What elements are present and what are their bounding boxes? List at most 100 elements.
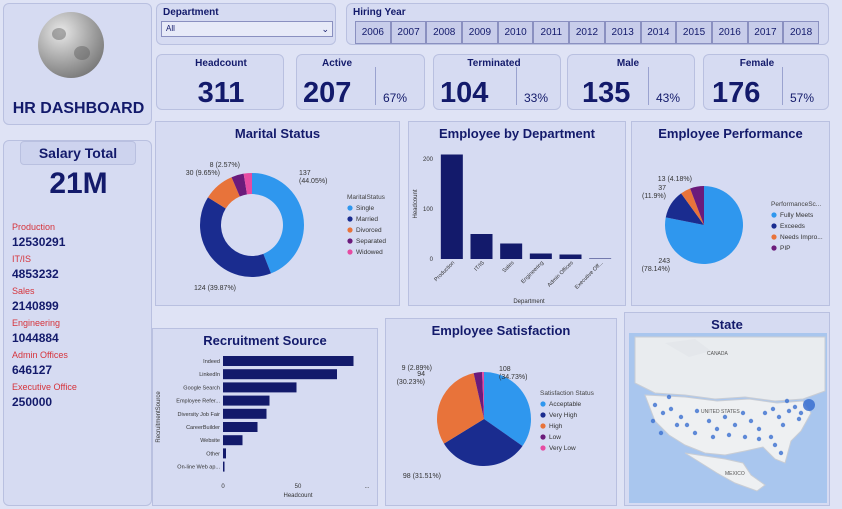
location-dot[interactable] [792,404,798,410]
legend-marker [771,212,777,218]
x-tick-label: ... [364,484,369,490]
data-label: 13 (4.18%) [658,176,692,183]
x-tick-label: 50 [295,484,302,490]
salary-dept-value: 1044884 [12,331,59,345]
bar [223,422,258,432]
year-button[interactable]: 2016 [711,21,748,44]
year-button[interactable]: 2011 [533,21,570,44]
chevron-down-icon: ⌄ [321,24,329,34]
year-button[interactable]: 2006 [355,21,391,44]
logo-card: HR DASHBOARD [3,3,152,125]
divider [782,67,783,105]
year-button[interactable]: 2009 [462,21,498,44]
kpi-female: Female 176 57% [703,54,829,110]
location-dot[interactable] [772,442,778,448]
location-dot[interactable] [694,408,700,414]
kpi-value: 135 [582,77,631,109]
location-dot[interactable] [660,410,666,416]
location-dot[interactable] [726,432,732,438]
year-button[interactable]: 2017 [747,21,784,44]
location-dot[interactable] [786,408,792,414]
location-dot[interactable] [803,399,815,411]
location-dot[interactable] [798,410,804,416]
location-dot[interactable] [762,410,768,416]
location-dot[interactable] [768,434,774,440]
legend-marker [540,423,546,429]
salary-dept-name: Engineering [12,318,61,328]
kpi-label: Active [321,58,352,69]
location-dot[interactable] [742,434,748,440]
year-button[interactable]: 2015 [676,21,712,44]
bar [223,395,270,406]
location-dot[interactable] [740,410,746,416]
state-map[interactable]: CANADA UNITED STATES MEXICO [625,313,831,507]
year-button[interactable]: 2007 [390,21,427,44]
bar [223,356,354,366]
location-dot[interactable] [710,434,716,440]
year-button[interactable]: 2010 [497,21,534,44]
bar [223,408,267,419]
pie-slice [200,197,271,277]
location-dot[interactable] [714,426,720,432]
location-dot[interactable] [796,416,802,422]
legend-entry: Very Low [549,445,576,452]
y-tick-label: Other [206,451,220,457]
y-tick-label: LinkedIn [199,372,220,378]
location-dot[interactable] [722,414,728,420]
department-slicer-label: Department [163,7,219,18]
location-dot[interactable] [776,414,782,420]
kpi-label: Male [616,58,640,69]
location-dot[interactable] [678,414,684,420]
location-dot[interactable] [770,406,776,412]
year-button[interactable]: 2012 [569,21,605,44]
location-dot[interactable] [668,406,674,412]
location-dot[interactable] [706,418,712,424]
kpi-label: Terminated [467,58,521,69]
x-tick-label: 0 [221,484,225,490]
bar [223,369,337,380]
legend-title: Satisfaction Status [540,390,595,397]
data-label: 94 (30.23%) [397,371,426,386]
bar [223,435,243,446]
location-dot[interactable] [692,430,698,436]
location-dot[interactable] [650,418,656,424]
y-tick-label: 100 [423,207,434,213]
kpi-headcount: Headcount 311 [156,54,284,110]
year-button[interactable]: 2013 [604,21,641,44]
salary-panel: Salary Total 21M Production 12530291 IT/… [3,140,152,506]
location-dot[interactable] [674,422,680,428]
bar [470,234,493,259]
salary-total-label: Salary Total [20,141,136,165]
location-dot[interactable] [780,422,786,428]
year-button[interactable]: 2008 [426,21,463,44]
kpi-male: Male 135 43% [567,54,695,110]
data-label: 9 (2.89%) [402,365,432,372]
department-chart: 0 100 200 Production IT/IS Sales Engineering Ad… [413,154,612,305]
location-dot[interactable] [756,426,762,432]
x-tick-label: Sales [502,260,516,274]
department-dropdown-value: All [166,24,175,33]
department-dropdown[interactable]: All ⌄ [161,21,333,37]
kpi-value: 176 [712,77,761,109]
legend-title: MaritalStatus [347,194,386,201]
divider [375,67,376,105]
location-dot[interactable] [658,430,664,436]
legend-marker [347,216,353,222]
bar [223,382,297,393]
salary-department-list: Production 12530291 IT/IS 4853232 Sales … [12,217,77,409]
location-dot[interactable] [784,398,790,404]
location-dot[interactable] [652,402,658,408]
location-dot[interactable] [732,422,738,428]
year-button[interactable]: 2018 [783,21,819,44]
location-dot[interactable] [778,450,784,456]
location-dot[interactable] [666,394,672,400]
recruitment-chart: Indeed LinkedIn Google Search Employee Refe… [156,356,370,499]
canada-landmass [634,336,826,402]
legend-marker [540,401,546,407]
year-button[interactable]: 2014 [640,21,677,44]
location-dot[interactable] [684,422,690,428]
location-dot[interactable] [748,418,754,424]
location-dot[interactable] [756,436,762,442]
y-tick-label: Diversity Job Fair [178,412,221,418]
legend-entry: Widowed [356,249,383,256]
